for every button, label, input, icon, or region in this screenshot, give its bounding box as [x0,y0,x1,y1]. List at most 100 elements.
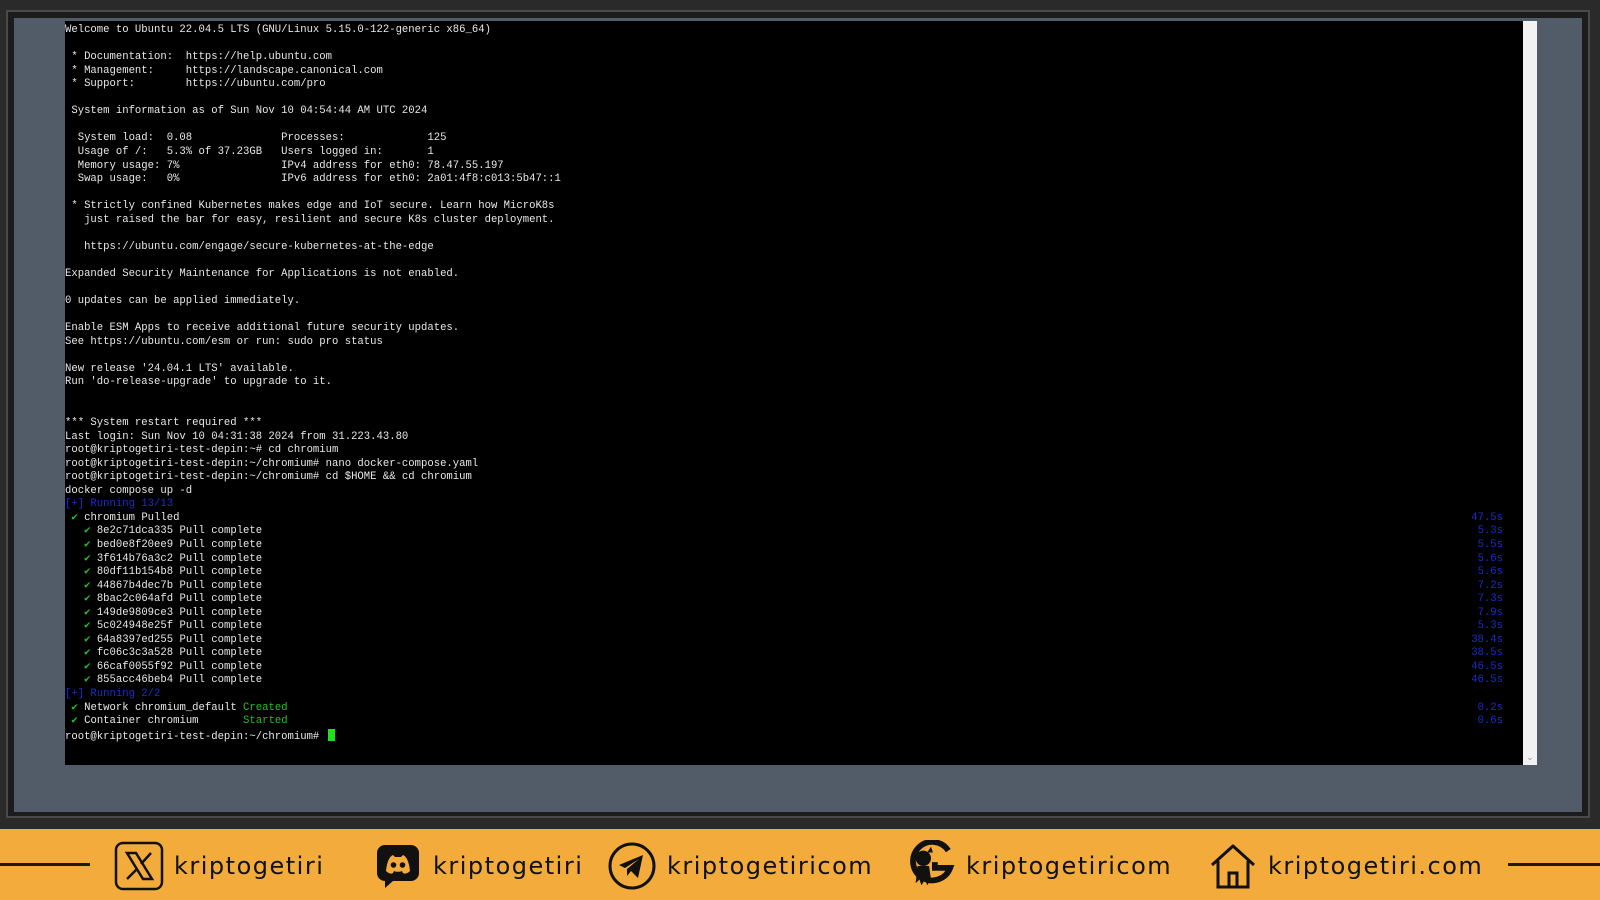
terminal-line: System load: 0.08 Processes: 125 [65,132,447,145]
terminal-line: https://ubuntu.com/engage/secure-kuberne… [65,240,434,253]
terminal-line: * Support: https://ubuntu.com/pro [65,78,326,91]
check-icon: ✔ [84,525,91,538]
layer-id: 80df11b154b8 [96,566,174,578]
layer-line: ✔ bed0e8f20ee9 Pull complete [65,539,262,552]
telegram-icon [607,841,657,891]
check-icon: ✔ [84,566,91,578]
social-discord[interactable]: kriptogetiri [373,841,583,891]
check-icon: ✔ [71,701,78,714]
layer-status: Pull complete [179,660,263,673]
layer-status: Pull complete [179,566,263,578]
check-icon: ✔ [84,647,91,660]
terminal-line: See https://ubuntu.com/esm or run: sudo … [65,335,383,348]
layer-line: ✔ 64a8397ed255 Pull complete [65,634,262,647]
layer-duration: 46.5s [1471,660,1503,673]
run-running-header: [+] Running 2/2 [65,688,161,700]
terminal-line: *** System restart required *** [65,417,263,429]
discord-handle: kriptogetiri [433,852,584,880]
pull-duration: 47.5s [1471,511,1503,524]
layer-status: Pull complete [179,647,263,660]
terminal-line: Usage of /: 5.3% of 37.23GB Users logged… [65,146,434,158]
check-icon: ✔ [84,660,91,673]
home-icon [1208,841,1258,891]
layer-status: Pull complete [179,552,263,565]
pull-status: Pulled [141,511,180,524]
pulled-image-line: ✔ chromium Pulled [65,512,179,525]
layer-duration: 38.4s [1471,633,1503,646]
social-x[interactable]: kriptogetiri [114,841,324,891]
check-icon: ✔ [84,633,91,646]
layer-duration: 7.3s [1477,593,1503,606]
terminal-line: * Documentation: https://help.ubuntu.com [65,51,333,64]
resource-status: Started [243,715,288,728]
telegram-handle: kriptogetiricom [667,852,874,880]
social-footer: kriptogetiri kriptogetiri kriptogetirico… [0,829,1600,900]
layer-id: 44867b4dec7b [96,579,174,592]
layer-status: Pull complete [179,593,263,606]
layer-duration: 7.2s [1477,579,1503,592]
terminal-cursor[interactable] [327,728,335,741]
check-icon: ✔ [84,552,91,565]
layer-duration: 7.9s [1477,606,1503,619]
terminal-line: Memory usage: 7% IPv4 address for eth0: … [65,159,504,172]
resource-line: ✔ Network chromium_default Created [65,701,288,715]
terminal-line: System information as of Sun Nov 10 04:5… [65,105,428,118]
resource-duration: 0.6s [1477,715,1503,728]
terminal-line: * Strictly confined Kubernetes makes edg… [65,200,555,213]
terminal-line: just raised the bar for easy, resilient … [65,213,555,226]
layer-status: Pull complete [179,579,263,592]
shell-prompt-line: root@kriptogetiri-test-depin:~/chromium# [65,728,335,743]
terminal-line: Enable ESM Apps to receive additional fu… [65,322,460,335]
layer-line: ✔ fc06c3c3a528 Pull complete [65,647,262,660]
layer-status: Pull complete [179,633,263,646]
check-icon: ✔ [84,579,91,592]
check-icon: ✔ [84,593,91,606]
terminal-line: Expanded Security Maintenance for Applic… [65,267,460,280]
x-twitter-icon [114,841,164,891]
layer-id: 66caf0055f92 [96,660,174,673]
pull-running-header: [+] Running 13/13 [65,498,174,511]
social-website[interactable]: kriptogetiri.com [1208,841,1483,891]
layer-duration: 5.5s [1477,538,1503,551]
terminal-line: New release '24.04.1 LTS' available. [65,362,294,375]
social-github[interactable]: kriptogetiricom [906,840,1173,891]
terminal-line: Run 'do-release-upgrade' to upgrade to i… [65,376,333,389]
layer-id: 855acc46beb4 [96,674,174,687]
layer-duration: 5.6s [1477,552,1503,565]
layer-line: ✔ 3f614b76a3c2 Pull complete [65,553,262,566]
layer-line: ✔ 8bac2c064afd Pull complete [65,593,262,606]
terminal-line: Welcome to Ubuntu 22.04.5 LTS (GNU/Linux… [65,24,491,36]
github-icon [906,840,956,891]
layer-id: 149de9809ce3 [96,606,174,619]
layer-line: ✔ 66caf0055f92 Pull complete [65,661,262,674]
terminal-output: Welcome to Ubuntu 22.04.5 LTS (GNU/Linux… [65,21,1523,765]
layer-duration: 46.5s [1471,674,1503,687]
layer-id: 64a8397ed255 [96,633,174,646]
check-icon: ✔ [84,620,91,633]
layer-line: ✔ 5c024948e25f Pull complete [65,620,262,633]
right-divider [1508,863,1600,866]
terminal-line: Swap usage: 0% IPv6 address for eth0: 2a… [65,173,561,186]
discord-icon [373,841,423,891]
resource-status: Created [243,701,288,714]
layer-status: Pull complete [179,525,263,538]
social-telegram[interactable]: kriptogetiricom [607,841,873,891]
layer-status: Pull complete [179,606,263,619]
scroll-down-icon[interactable]: ⌄ [1525,753,1535,763]
layer-id: fc06c3c3a528 [96,647,174,660]
resource-line: ✔ Container chromium Started [65,715,288,728]
website-handle: kriptogetiri.com [1268,852,1484,880]
terminal-line: docker compose up -d [65,484,193,497]
layer-id: 5c024948e25f [96,620,174,633]
image-name: chromium [84,511,135,524]
terminal-scrollbar[interactable]: ⌄ [1523,21,1537,765]
check-icon: ✔ [71,715,78,728]
layer-line: ✔ 8e2c71dca335 Pull complete [65,525,262,538]
check-icon: ✔ [71,511,78,524]
terminal-line: root@kriptogetiri-test-depin:~# cd chrom… [65,444,339,457]
layer-line: ✔ 855acc46beb4 Pull complete [65,674,262,687]
github-handle: kriptogetiricom [966,852,1173,880]
terminal-line: 0 updates can be applied immediately. [65,295,301,307]
terminal-window[interactable]: Welcome to Ubuntu 22.04.5 LTS (GNU/Linux… [65,21,1523,765]
layer-duration: 38.5s [1471,647,1503,660]
